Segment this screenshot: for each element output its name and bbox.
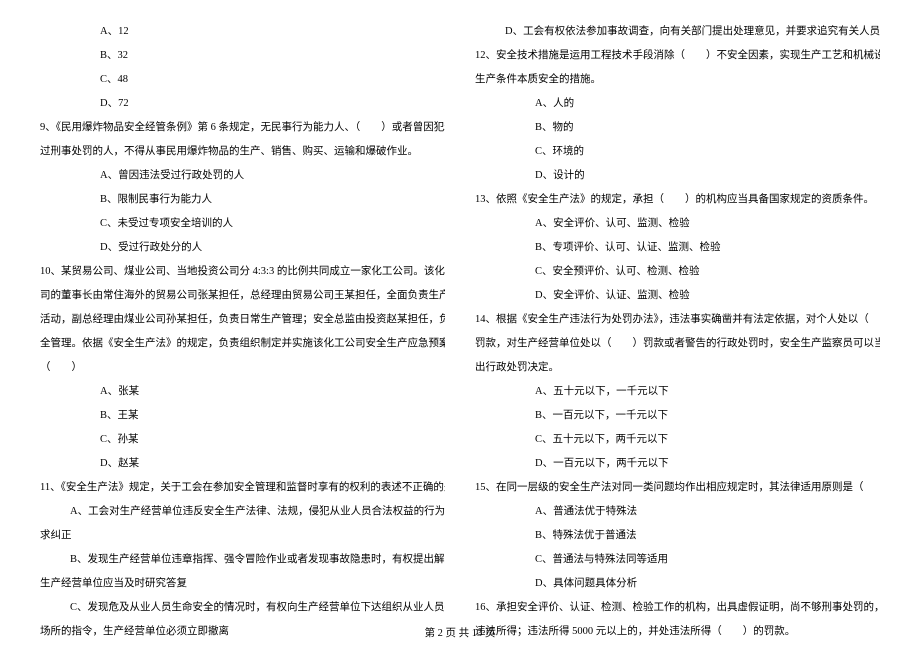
right-column: D、工会有权依法参加事故调查，向有关部门提出处理意见，并要求追究有关人员的责任 …	[460, 20, 895, 620]
question-text: 11、《安全生产法》规定，关于工会在参加安全管理和监督时享有的权利的表述不正确的…	[40, 476, 445, 500]
option-item: A、12	[40, 20, 445, 44]
option-item: D、赵某	[40, 452, 445, 476]
option-item: D、72	[40, 92, 445, 116]
option-item: B、物的	[475, 116, 880, 140]
option-item: D、设计的	[475, 164, 880, 188]
option-item: D、一百元以下，两千元以下	[475, 452, 880, 476]
question-text: 14、根据《安全生产违法行为处罚办法》，违法事实确凿并有法定依据，对个人处以（ …	[475, 308, 880, 332]
question-text: 13、依照《安全生产法》的规定，承担（ ）的机构应当具备国家规定的资质条件。	[475, 188, 880, 212]
question-text: 生产经营单位应当及时研究答复	[40, 572, 445, 596]
question-text: 9、《民用爆炸物品安全经管条例》第 6 条规定，无民事行为能力人、（ ）或者曾因…	[40, 116, 445, 140]
option-item: A、人的	[475, 92, 880, 116]
page-footer: 第 2 页 共 13 页	[0, 625, 920, 640]
left-column: A、12 B、32 C、48 D、72 9、《民用爆炸物品安全经管条例》第 6 …	[25, 20, 460, 620]
option-item: A、工会对生产经营单位违反安全生产法律、法规，侵犯从业人员合法权益的行为，有权要	[40, 500, 445, 524]
option-item: A、五十元以下，一千元以下	[475, 380, 880, 404]
question-text: 15、在同一层级的安全生产法对同一类问题均作出相应规定时，其法律适用原则是（ ）	[475, 476, 880, 500]
question-text: 生产条件本质安全的措施。	[475, 68, 880, 92]
option-item: B、一百元以下，一千元以下	[475, 404, 880, 428]
question-text: 罚款，对生产经营单位处以（ ）罚款或者警告的行政处罚时，安全生产监察员可以当场作	[475, 332, 880, 356]
question-text: 过刑事处罚的人，不得从事民用爆炸物品的生产、销售、购买、运输和爆破作业。	[40, 140, 445, 164]
option-item: B、限制民事行为能力人	[40, 188, 445, 212]
option-item: B、特殊法优于普通法	[475, 524, 880, 548]
option-item: D、工会有权依法参加事故调查，向有关部门提出处理意见，并要求追究有关人员的责任	[475, 20, 880, 44]
option-item: D、安全评价、认证、监测、检验	[475, 284, 880, 308]
question-text: 求纠正	[40, 524, 445, 548]
option-item: C、环境的	[475, 140, 880, 164]
option-item: B、32	[40, 44, 445, 68]
option-item: C、五十元以下，两千元以下	[475, 428, 880, 452]
question-text: 10、某贸易公司、煤业公司、当地投资公司分 4:3:3 的比例共同成立一家化工公…	[40, 260, 445, 284]
option-item: D、具体问题具体分析	[475, 572, 880, 596]
option-item: C、安全预评价、认可、检测、检验	[475, 260, 880, 284]
option-item: A、张某	[40, 380, 445, 404]
option-item: B、发现生产经营单位违章指挥、强令冒险作业或者发现事故隐患时，有权提出解决的建议…	[40, 548, 445, 572]
option-item: C、普通法与特殊法同等适用	[475, 548, 880, 572]
question-text: 出行政处罚决定。	[475, 356, 880, 380]
question-text: 12、安全技术措施是运用工程技术手段消除（ ）不安全因素，实现生产工艺和机械设备…	[475, 44, 880, 68]
option-item: C、孙某	[40, 428, 445, 452]
question-text: 16、承担安全评价、认证、检测、检验工作的机构，出具虚假证明，尚不够刑事处罚的，…	[475, 596, 880, 620]
option-item: A、曾因违法受过行政处罚的人	[40, 164, 445, 188]
option-item: C、发现危及从业人员生命安全的情况时，有权向生产经营单位下达组织从业人员撤离危险	[40, 596, 445, 620]
option-item: C、未受过专项安全培训的人	[40, 212, 445, 236]
option-item: B、专项评价、认可、认证、监测、检验	[475, 236, 880, 260]
question-text: （ ）	[40, 356, 445, 380]
question-text: 司的董事长由常住海外的贸易公司张某担任，总经理由贸易公司王某担任，全面负责生产经…	[40, 284, 445, 308]
option-item: A、普通法优于特殊法	[475, 500, 880, 524]
option-item: D、受过行政处分的人	[40, 236, 445, 260]
option-item: C、48	[40, 68, 445, 92]
question-text: 活动，副总经理由煤业公司孙某担任，负责日常生产管理；安全总监由投资赵某担任，负责…	[40, 308, 445, 332]
option-item: A、安全评价、认可、监测、检验	[475, 212, 880, 236]
option-item: B、王某	[40, 404, 445, 428]
question-text: 全管理。依据《安全生产法》的规定，负责组织制定并实施该化工公司安全生产应急预案的…	[40, 332, 445, 356]
